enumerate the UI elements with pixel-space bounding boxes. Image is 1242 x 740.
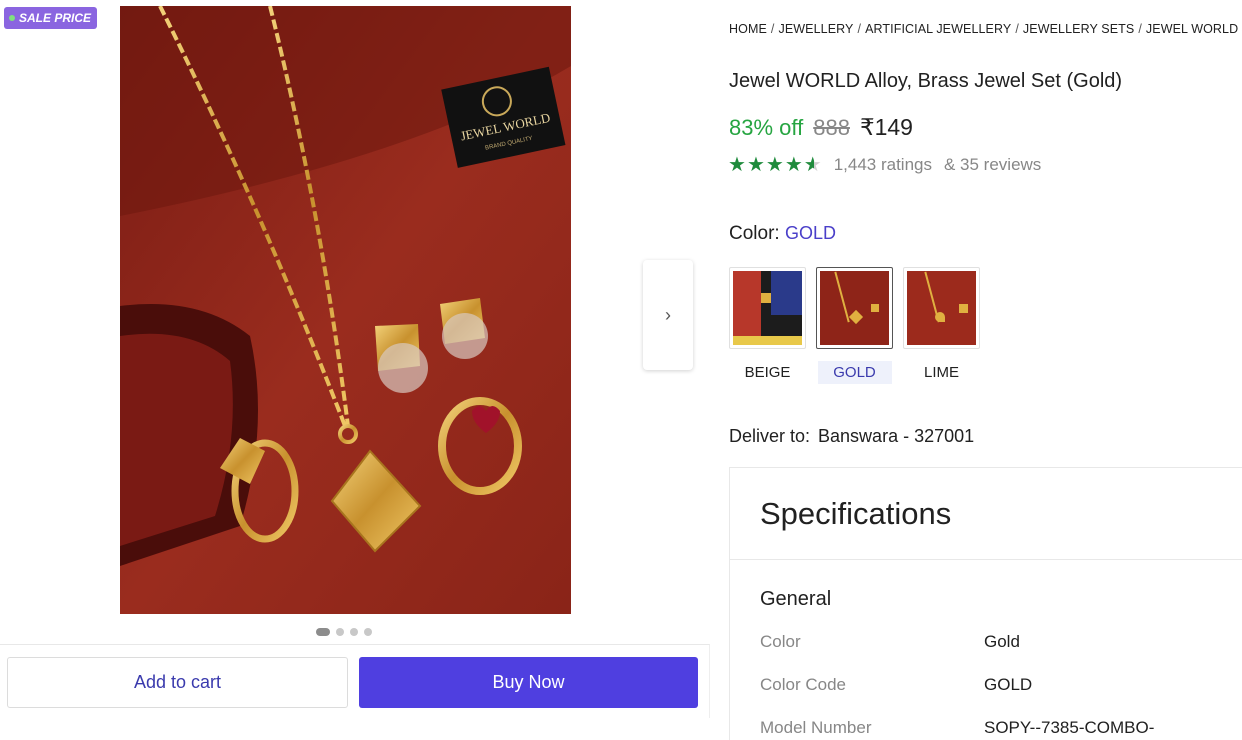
image-pagination-dots — [316, 628, 372, 636]
deliver-pincode: Banswara - 327001 — [818, 426, 975, 446]
badge-dot-icon — [9, 15, 15, 21]
sale-price-badge: SALE PRICE — [4, 7, 98, 29]
swatch-label: GOLD — [817, 361, 892, 384]
spec-key: Model Number — [760, 718, 872, 737]
pagination-dot[interactable] — [316, 628, 330, 636]
action-bar: Add to cart Buy Now — [0, 644, 710, 718]
price-row: 83% off 888 ₹149 — [729, 114, 913, 141]
buy-now-button[interactable]: Buy Now — [359, 657, 698, 708]
sale-badge-label: SALE PRICE — [19, 11, 92, 25]
breadcrumb-item-artificial-jewellery[interactable]: ARTIFICIAL JEWELLERY — [865, 22, 1011, 36]
pagination-dot[interactable] — [364, 628, 372, 636]
breadcrumb: HOME / JEWELLERY / ARTIFICIAL JEWELLERY / JEWE… — [729, 22, 1242, 36]
swatch-image — [729, 267, 806, 349]
rating-row[interactable]: ★ ★ ★ ★ ★ 1,443 ratings & 35 reviews — [728, 155, 1041, 175]
breadcrumb-separator: / — [770, 22, 775, 36]
breadcrumb-item-jewellery-sets[interactable]: JEWELLERY SETS — [1023, 22, 1134, 36]
breadcrumb-item-brand[interactable]: JEWEL WORLD JE — [1146, 22, 1242, 36]
star-filled-icon: ★ — [784, 154, 803, 176]
swatch-image — [816, 267, 893, 349]
swatch-label: LIME — [923, 364, 959, 381]
selling-price: ₹149 — [859, 114, 913, 140]
original-price: 888 — [813, 115, 850, 140]
star-filled-icon: ★ — [728, 154, 746, 176]
rating-stars: ★ ★ ★ ★ ★ — [728, 155, 822, 175]
color-label: Color: GOLD — [729, 223, 836, 245]
spec-section-general: General — [760, 588, 832, 610]
color-selected-value: GOLD — [784, 223, 836, 243]
product-image[interactable]: JEWEL WORLD BRAND QUALITY — [120, 6, 571, 614]
spec-value: GOLD — [984, 675, 1033, 694]
ratings-count: 1,443 ratings — [833, 155, 932, 174]
pagination-dot[interactable] — [350, 628, 358, 636]
add-to-cart-button[interactable]: Add to cart — [7, 657, 348, 708]
swatch-image — [903, 267, 980, 349]
product-photo-illustration: JEWEL WORLD BRAND QUALITY — [120, 6, 571, 614]
spec-value: Gold — [984, 632, 1020, 651]
star-filled-icon: ★ — [746, 154, 765, 176]
chevron-right-icon: › — [665, 304, 671, 325]
pagination-dot[interactable] — [336, 628, 344, 636]
color-swatches: BEIGE GOLD LIME — [729, 267, 980, 384]
breadcrumb-separator: / — [1138, 22, 1142, 36]
breadcrumb-item-jewellery[interactable]: JEWELLERY — [778, 22, 853, 36]
spec-value: SOPY--7385-COMBO- — [984, 718, 1155, 737]
star-half-icon: ★ — [803, 154, 822, 176]
reviews-count: & 35 reviews — [943, 155, 1042, 174]
delivery-location[interactable]: Deliver to: Banswara - 327001 — [729, 426, 974, 447]
star-filled-icon: ★ — [765, 154, 784, 176]
specifications-panel: Specifications General Color Gold Color … — [729, 467, 1242, 740]
discount-percent: 83% off — [729, 115, 804, 140]
swatch-lime[interactable]: LIME — [903, 267, 980, 384]
breadcrumb-separator: / — [1015, 22, 1019, 36]
breadcrumb-item-home[interactable]: HOME — [729, 22, 767, 36]
breadcrumb-separator: / — [857, 22, 862, 36]
specifications-title: Specifications — [730, 468, 1242, 560]
swatch-beige[interactable]: BEIGE — [729, 267, 806, 384]
deliver-label: Deliver to: — [729, 426, 811, 446]
swatch-gold[interactable]: GOLD — [816, 267, 893, 384]
color-label-text: Color: — [729, 223, 780, 244]
spec-key: Color — [760, 632, 801, 651]
next-image-button[interactable]: › — [643, 260, 693, 370]
spec-key: Color Code — [760, 675, 846, 694]
swatch-label: BEIGE — [744, 364, 791, 381]
product-title: Jewel WORLD Alloy, Brass Jewel Set (Gold… — [729, 70, 1123, 92]
